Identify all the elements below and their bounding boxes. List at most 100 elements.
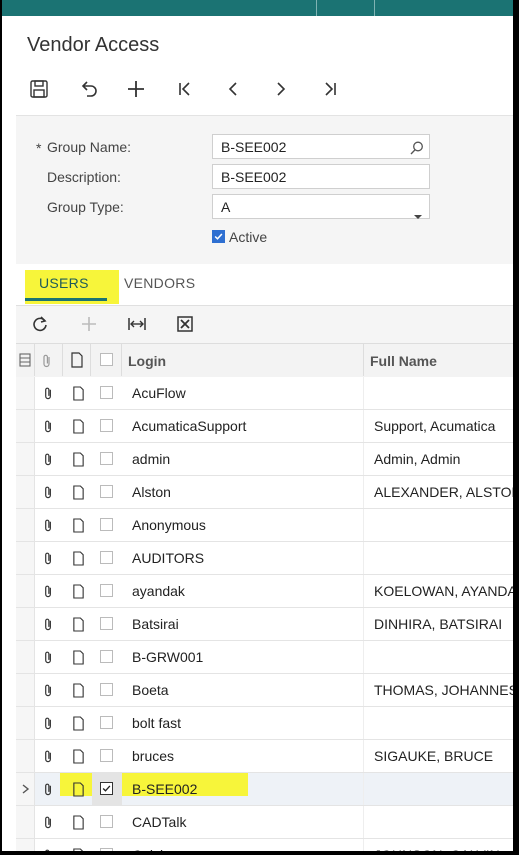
included-checkbox[interactable] [100,386,113,399]
note-icon[interactable] [68,608,88,640]
note-icon[interactable] [68,773,88,805]
fit-columns-icon[interactable] [126,313,148,335]
group-name-field[interactable]: B-SEE002 [212,134,430,159]
select-all-checkbox[interactable] [100,353,113,366]
last-record-icon[interactable] [319,78,341,100]
login-cell[interactable]: ayandak [132,583,185,599]
row-gutter[interactable] [16,773,35,805]
undo-icon[interactable] [77,78,99,100]
attachment-icon[interactable] [38,707,58,739]
login-cell[interactable]: Boeta [132,682,169,698]
attachment-icon[interactable] [38,806,58,838]
attachment-icon[interactable] [38,542,58,574]
attachment-icon[interactable] [38,740,58,772]
included-checkbox[interactable] [100,716,113,729]
attachment-icon[interactable] [38,674,58,706]
login-cell[interactable]: admin [132,451,170,467]
note-icon[interactable] [68,476,88,508]
note-icon[interactable] [68,806,88,838]
login-cell[interactable]: AUDITORS [132,550,204,566]
included-checkbox[interactable] [100,749,113,762]
login-cell[interactable]: Calvin [132,847,171,851]
table-row[interactable]: B-SEE002 [16,773,513,806]
row-gutter[interactable] [16,410,35,442]
note-icon[interactable] [68,542,88,574]
note-icon[interactable] [68,509,88,541]
attachment-icon[interactable] [38,608,58,640]
table-row[interactable]: Batsirai DINHIRA, BATSIRAI [16,608,513,641]
login-cell[interactable]: B-SEE002 [132,781,197,797]
login-cell[interactable]: AcuFlow [132,385,186,401]
row-gutter[interactable] [16,575,35,607]
table-row[interactable]: bolt fast [16,707,513,740]
row-gutter[interactable] [16,443,35,475]
attachment-icon[interactable] [38,476,58,508]
note-icon[interactable] [68,443,88,475]
attachment-icon[interactable] [38,443,58,475]
table-row[interactable]: B-GRW001 [16,641,513,674]
row-gutter[interactable] [16,839,35,851]
attachment-icon[interactable] [38,641,58,673]
login-column-header[interactable]: Login [128,353,166,369]
login-cell[interactable]: Batsirai [132,616,179,632]
login-cell[interactable]: Anonymous [132,517,206,533]
table-row[interactable]: AcuFlow [16,377,513,410]
add-icon[interactable] [125,78,147,100]
included-checkbox[interactable] [100,584,113,597]
included-checkbox[interactable] [100,617,113,630]
included-checkbox[interactable] [100,782,113,795]
table-row[interactable]: admin Admin, Admin [16,443,513,476]
export-excel-icon[interactable] [174,313,196,335]
add-row-icon[interactable] [78,313,100,335]
included-checkbox[interactable] [100,518,113,531]
table-row[interactable]: Calvin JOHNSON, CALVIN [16,839,513,851]
login-cell[interactable]: B-GRW001 [132,649,203,665]
tab-users[interactable]: USERS [39,275,89,291]
attachment-icon[interactable] [38,575,58,607]
save-icon[interactable] [28,78,50,100]
row-gutter[interactable] [16,674,35,706]
table-row[interactable]: bruces SIGAUKE, BRUCE [16,740,513,773]
description-field[interactable]: B-SEE002 [212,164,430,189]
note-icon[interactable] [68,740,88,772]
table-row[interactable]: CADTalk [16,806,513,839]
attachment-icon[interactable] [38,377,58,409]
included-checkbox[interactable] [100,485,113,498]
row-selector-icon[interactable] [16,344,34,377]
next-icon[interactable] [270,78,292,100]
table-row[interactable]: Alston ALEXANDER, ALSTON [16,476,513,509]
attachment-icon[interactable] [38,773,58,805]
group-type-select[interactable]: A [212,194,430,219]
login-cell[interactable]: bolt fast [132,715,181,731]
included-checkbox[interactable] [100,452,113,465]
included-checkbox[interactable] [100,419,113,432]
included-checkbox[interactable] [100,848,113,851]
refresh-icon[interactable] [29,313,51,335]
note-icon[interactable] [68,410,88,442]
included-checkbox[interactable] [100,683,113,696]
included-checkbox[interactable] [100,551,113,564]
note-icon[interactable] [68,641,88,673]
search-icon[interactable] [409,139,425,155]
previous-icon[interactable] [222,78,244,100]
note-icon[interactable] [68,575,88,607]
note-icon[interactable] [68,839,88,851]
row-gutter[interactable] [16,641,35,673]
row-gutter[interactable] [16,806,35,838]
login-cell[interactable]: CADTalk [132,814,186,830]
login-cell[interactable]: Alston [132,484,171,500]
chevron-down-icon[interactable] [413,204,423,219]
tab-vendors[interactable]: VENDORS [124,275,195,291]
row-gutter[interactable] [16,509,35,541]
table-row[interactable]: Anonymous [16,509,513,542]
table-row[interactable]: Boeta THOMAS, JOHANNES [16,674,513,707]
included-checkbox[interactable] [100,815,113,828]
table-row[interactable]: ayandak KOELOWAN, AYANDA [16,575,513,608]
attachment-icon[interactable] [38,509,58,541]
login-cell[interactable]: bruces [132,748,174,764]
attachment-icon[interactable] [38,839,58,851]
attachment-icon[interactable] [38,410,58,442]
note-icon[interactable] [68,377,88,409]
login-cell[interactable]: AcumaticaSupport [132,418,246,434]
included-checkbox[interactable] [100,650,113,663]
